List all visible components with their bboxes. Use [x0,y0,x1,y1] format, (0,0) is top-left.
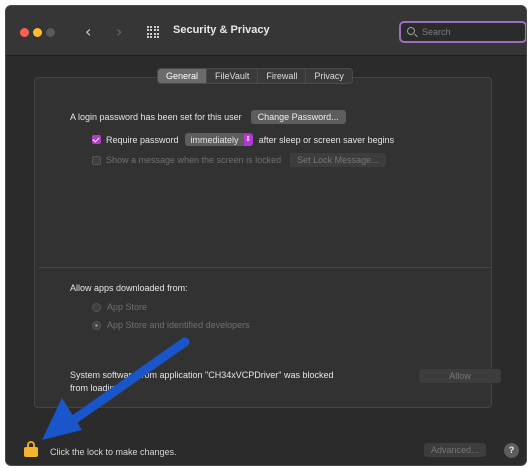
login-password-text: A login password has been set for this u… [70,112,242,122]
search-icon [407,27,415,35]
radio-identified-developers[interactable] [92,320,101,330]
require-password-checkbox[interactable] [92,135,101,144]
blocked-line-2: from loading. [70,383,122,393]
radio-app-store[interactable] [92,302,101,312]
set-lock-message-button[interactable]: Set Lock Message... [290,153,386,167]
radio-app-store-row: App Store [92,302,147,312]
help-button[interactable]: ? [504,443,519,458]
general-tab-panel [34,77,492,408]
tab-privacy[interactable]: Privacy [306,69,352,83]
radio-app-store-label: App Store [107,302,148,312]
forward-arrow-icon[interactable]: › [116,22,122,41]
search-placeholder: Search [422,27,451,37]
section-divider [38,267,492,268]
allow-apps-heading: Allow apps downloaded from: [70,283,188,293]
lock-hint-text: Click the lock to make changes. [50,447,177,457]
tab-filevault[interactable]: FileVault [207,69,259,83]
tab-firewall[interactable]: Firewall [258,69,307,83]
chevron-updown-icon: ⇕ [243,133,253,146]
minimize-window-button[interactable] [33,28,42,37]
blocked-line-1: System software from application "CH34xV… [70,370,333,380]
title-bar: ‹ › Security & Privacy Search [6,6,526,56]
require-password-select[interactable]: immediately ⇕ [184,133,253,146]
show-message-label: Show a message when the screen is locked [106,155,282,165]
require-password-value: immediately [190,134,239,145]
blocked-message-line1: System software from application "CH34xV… [70,370,334,380]
blocked-message-line2: from loading. [70,383,123,393]
tab-general[interactable]: General [158,69,208,83]
allow-apps-heading-row: Allow apps downloaded from: [70,283,188,293]
allow-button[interactable]: Allow [419,369,501,383]
lock-icon[interactable] [24,441,38,457]
advanced-button[interactable]: Advanced... [424,443,486,457]
radio-identified-row: App Store and identified developers [92,320,250,330]
show-message-row: Show a message when the screen is locked… [92,153,386,167]
close-window-button[interactable] [20,28,29,37]
require-password-row: Require password immediately ⇕ after sle… [92,133,394,146]
radio-identified-label: App Store and identified developers [107,320,250,330]
back-arrow-icon[interactable]: ‹ [85,22,91,41]
require-password-suffix: after sleep or screen saver begins [258,134,395,145]
show-all-grid-icon[interactable] [147,26,159,38]
zoom-window-button[interactable] [46,28,55,37]
search-field[interactable]: Search [399,21,526,43]
change-password-button[interactable]: Change Password... [250,110,346,124]
tab-bar: General FileVault Firewall Privacy [157,68,353,84]
show-message-checkbox[interactable] [92,155,101,165]
window-title: Security & Privacy [173,24,270,36]
require-password-label: Require password [106,134,179,145]
login-password-row: A login password has been set for this u… [70,110,346,124]
